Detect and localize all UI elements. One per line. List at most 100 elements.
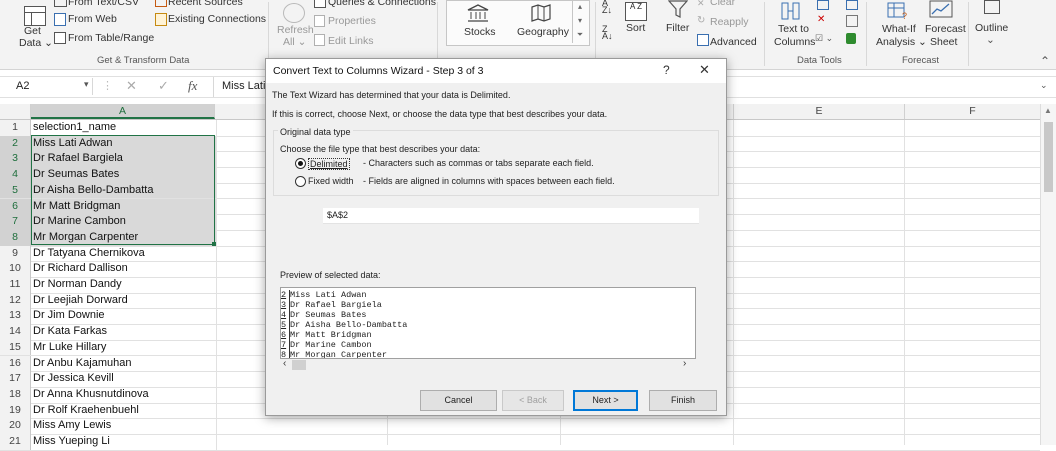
- vertical-scrollbar[interactable]: ▲: [1040, 104, 1056, 445]
- advanced-button[interactable]: Advanced: [710, 36, 757, 48]
- data-validation-icon[interactable]: ☑ ⌄: [815, 33, 837, 45]
- stocks-icon[interactable]: [467, 4, 489, 22]
- geography-button[interactable]: Geography: [517, 26, 569, 38]
- what-if-button[interactable]: Analysis ⌄: [876, 36, 927, 48]
- from-text-csv-button[interactable]: From Text/CSV: [68, 0, 139, 8]
- row-header[interactable]: 6: [0, 198, 31, 215]
- cell-a[interactable]: Dr Anna Khusnutdinova: [31, 386, 217, 403]
- stocks-button[interactable]: Stocks: [464, 26, 496, 38]
- recent-sources-button[interactable]: Recent Sources: [168, 0, 243, 8]
- cancel-button[interactable]: Cancel: [420, 390, 497, 411]
- edit-links-button[interactable]: Edit Links: [328, 35, 374, 47]
- cell-a[interactable]: Miss Amy Lewis: [31, 418, 217, 434]
- existing-connections-button[interactable]: Existing Connections: [168, 13, 266, 25]
- gallery-scroll[interactable]: ▴ ▾ ⏷: [572, 0, 587, 43]
- row-header[interactable]: 2: [0, 135, 31, 152]
- back-button[interactable]: < Back: [502, 390, 564, 411]
- finish-button[interactable]: Finish: [649, 390, 717, 411]
- fixed-width-label[interactable]: Fixed width: [308, 176, 354, 186]
- delimited-label[interactable]: Delimited: [308, 158, 350, 170]
- flash-fill-icon[interactable]: [817, 0, 829, 10]
- row-header[interactable]: 8: [0, 229, 31, 246]
- scroll-up-icon[interactable]: ▲: [1044, 106, 1052, 115]
- what-if-label-1[interactable]: What-If: [882, 23, 916, 35]
- destination-input[interactable]: $A$2: [323, 208, 699, 224]
- delimited-radio[interactable]: [295, 158, 306, 169]
- cell-a[interactable]: Dr Rolf Kraehenbuehl: [31, 402, 217, 419]
- get-data-label-1[interactable]: Get: [24, 25, 41, 37]
- clear-button[interactable]: Clear: [710, 0, 735, 8]
- fixed-width-radio[interactable]: [295, 176, 306, 187]
- scroll-right-icon[interactable]: ›: [683, 358, 686, 369]
- cancel-entry-icon[interactable]: ✕: [126, 78, 137, 94]
- row-header[interactable]: 20: [0, 418, 31, 434]
- forecast-sheet-label-1[interactable]: Forecast: [925, 23, 966, 35]
- row-header[interactable]: 14: [0, 324, 31, 340]
- remove-duplicates-icon[interactable]: ✕: [817, 15, 827, 25]
- select-all-button[interactable]: [0, 104, 31, 119]
- outline-button[interactable]: Outline: [975, 22, 1008, 34]
- row-header[interactable]: 5: [0, 182, 31, 199]
- cell-a[interactable]: Dr Leejiah Dorward: [31, 292, 217, 309]
- row-header[interactable]: 4: [0, 167, 31, 183]
- name-box[interactable]: A2 ▾: [10, 78, 93, 95]
- formula-input[interactable]: Miss Lati: [222, 80, 265, 92]
- column-header-f[interactable]: F: [905, 104, 1041, 119]
- row-header[interactable]: 16: [0, 355, 31, 372]
- cell-a[interactable]: Dr Tatyana Chernikova: [31, 245, 217, 262]
- enter-icon[interactable]: ✓: [158, 78, 169, 94]
- column-header-e[interactable]: E: [734, 104, 905, 119]
- consolidate-icon[interactable]: [846, 0, 858, 10]
- row-header[interactable]: 11: [0, 277, 31, 293]
- reapply-button[interactable]: Reapply: [710, 16, 749, 28]
- cell-a[interactable]: Miss Yueping Li: [31, 434, 217, 450]
- queries-connections-button[interactable]: Queries & Connections: [328, 0, 436, 8]
- sort-az-icon[interactable]: A Z↓: [602, 0, 618, 15]
- collapse-ribbon-icon[interactable]: ⌃: [1040, 54, 1050, 68]
- help-button[interactable]: ?: [663, 63, 670, 77]
- preview-scroll-thumb[interactable]: [292, 360, 306, 370]
- fill-handle[interactable]: [212, 242, 216, 246]
- row-header[interactable]: 17: [0, 371, 31, 387]
- get-data-button[interactable]: Data ⌄: [19, 37, 53, 49]
- from-table-range-button[interactable]: From Table/Range: [68, 32, 154, 44]
- row-header[interactable]: 21: [0, 434, 31, 450]
- text-to-columns-icon[interactable]: [781, 2, 801, 20]
- close-icon[interactable]: ✕: [699, 62, 710, 78]
- sort-za-icon[interactable]: Z A↓: [602, 25, 618, 41]
- insert-function-icon[interactable]: fx: [188, 78, 197, 94]
- expand-formula-icon[interactable]: ⌄: [1040, 80, 1048, 91]
- row-header[interactable]: 18: [0, 386, 31, 403]
- cell-a[interactable]: selection1_name: [31, 120, 217, 136]
- text-to-columns-label-1[interactable]: Text to: [778, 23, 809, 35]
- text-to-columns-button[interactable]: Columns: [774, 36, 815, 48]
- forecast-sheet-button[interactable]: Sheet: [930, 36, 957, 48]
- filter-icon[interactable]: [667, 0, 689, 18]
- outline-chevron-icon[interactable]: ⌄: [986, 34, 995, 46]
- row-header[interactable]: 9: [0, 245, 31, 262]
- row-header[interactable]: 1: [0, 120, 31, 136]
- refresh-all-button[interactable]: All ⌄: [283, 36, 306, 48]
- cell-a[interactable]: Dr Jessica Kevill: [31, 371, 217, 387]
- cell-a[interactable]: Mr Luke Hillary: [31, 339, 217, 356]
- scroll-thumb[interactable]: [1044, 122, 1053, 192]
- row-header[interactable]: 3: [0, 151, 31, 168]
- row-header[interactable]: 19: [0, 402, 31, 419]
- what-if-icon[interactable]: ?: [887, 2, 909, 21]
- cell-a[interactable]: Dr Jim Downie: [31, 308, 217, 325]
- relationships-icon[interactable]: [846, 15, 858, 27]
- outline-icon[interactable]: [984, 0, 1000, 14]
- sort-button[interactable]: Sort: [626, 22, 645, 34]
- cell-a[interactable]: Dr Richard Dallison: [31, 261, 217, 277]
- from-web-button[interactable]: From Web: [68, 13, 117, 25]
- preview-box[interactable]: 2 Miss Lati Adwan 3 Dr Rafael Bargiela 4 Dr S…: [280, 287, 696, 359]
- row-header[interactable]: 13: [0, 308, 31, 325]
- geography-icon[interactable]: [530, 3, 552, 23]
- name-box-dropdown-icon[interactable]: ▾: [84, 79, 89, 90]
- column-header-a[interactable]: A: [31, 104, 215, 119]
- next-button[interactable]: Next >: [573, 390, 638, 411]
- row-header[interactable]: 15: [0, 339, 31, 356]
- cell-a[interactable]: Dr Anbu Kajamuhan: [31, 355, 217, 372]
- filter-button[interactable]: Filter: [666, 22, 689, 34]
- forecast-sheet-icon[interactable]: [929, 0, 953, 18]
